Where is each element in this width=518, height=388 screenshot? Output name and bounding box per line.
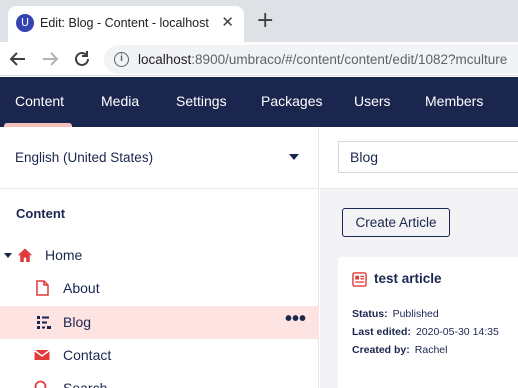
article-icon [352,272,367,287]
tree-node-label: Home [45,247,83,263]
browser-tabstrip: U Edit: Blog - Content - localhost ✕ + [0,0,518,42]
last-edited-label: Last edited: [352,326,411,338]
reload-icon[interactable] [71,48,93,70]
browser-toolbar: i localhost:8900/umbraco/#/content/conte… [0,42,518,76]
language-label: English (United States) [15,150,154,165]
list-item[interactable]: test article Status: Published Last edite… [338,257,518,388]
editor-header [320,127,518,189]
section-packages[interactable]: Packages [261,77,322,127]
content-editor: Create Article test article Status: Publi… [320,127,518,388]
search-icon [34,380,47,388]
forward-arrow-icon[interactable] [39,48,61,70]
section-content[interactable]: Content [15,77,64,127]
expand-caret-icon[interactable] [4,253,12,258]
status-row: Status: Published [352,308,439,320]
tree-node-contact[interactable]: Contact [0,339,319,372]
tree-node-blog[interactable]: Blog ••• [0,306,319,339]
url-host: localhost [138,52,192,67]
url-text: localhost:8900/umbraco/#/content/content… [138,52,507,67]
tree-node-about[interactable]: About [0,272,319,305]
umbraco-favicon-icon: U [16,14,34,32]
tree-node-label: About [63,280,100,296]
chevron-down-icon [289,154,299,160]
section-members[interactable]: Members [425,77,483,127]
section-users[interactable]: Users [354,77,391,127]
tree-root-title: Content [16,206,66,221]
sections-header: Content Media Settings Packages Users Me… [0,77,518,127]
language-selector[interactable]: English (United States) [0,127,319,189]
site-info-icon[interactable]: i [114,52,129,67]
created-by-row: Created by: Rachel [352,344,447,356]
create-article-button[interactable]: Create Article [342,208,450,237]
section-settings[interactable]: Settings [176,77,227,127]
content-tree-panel: English (United States) Content Home Abo… [0,127,319,388]
close-tab-icon[interactable]: ✕ [221,13,234,31]
tree-node-label: Contact [63,347,112,363]
tree-node-home[interactable]: Home [0,239,319,272]
browser-tab[interactable]: U Edit: Blog - Content - localhost ✕ [8,6,244,42]
tree-node-label: Blog [63,314,92,330]
article-title[interactable]: test article [374,271,442,286]
created-by-value: Rachel [414,344,448,356]
last-edited-value: 2020-05-30 14:35 [415,326,499,338]
tree-node-search[interactable]: Search [0,372,319,388]
document-icon [36,280,49,296]
address-bar[interactable]: i localhost:8900/umbraco/#/content/conte… [104,45,518,74]
status-label: Status: [352,308,388,320]
more-actions-button[interactable]: ••• [285,308,306,331]
blog-list-icon [37,316,51,329]
tab-title: Edit: Blog - Content - localhost [40,16,209,30]
url-path: :8900/umbraco/#/content/content/edit/108… [191,52,508,67]
last-edited-row: Last edited: 2020-05-30 14:35 [352,326,499,338]
home-icon [17,248,33,262]
back-arrow-icon[interactable] [7,48,29,70]
content-name-input[interactable] [338,141,518,173]
status-value: Published [392,308,439,320]
mail-icon [34,349,50,360]
created-by-label: Created by: [352,344,410,356]
new-tab-icon[interactable]: + [256,10,274,32]
tree-node-label: Search [63,380,108,388]
section-media[interactable]: Media [101,77,139,127]
